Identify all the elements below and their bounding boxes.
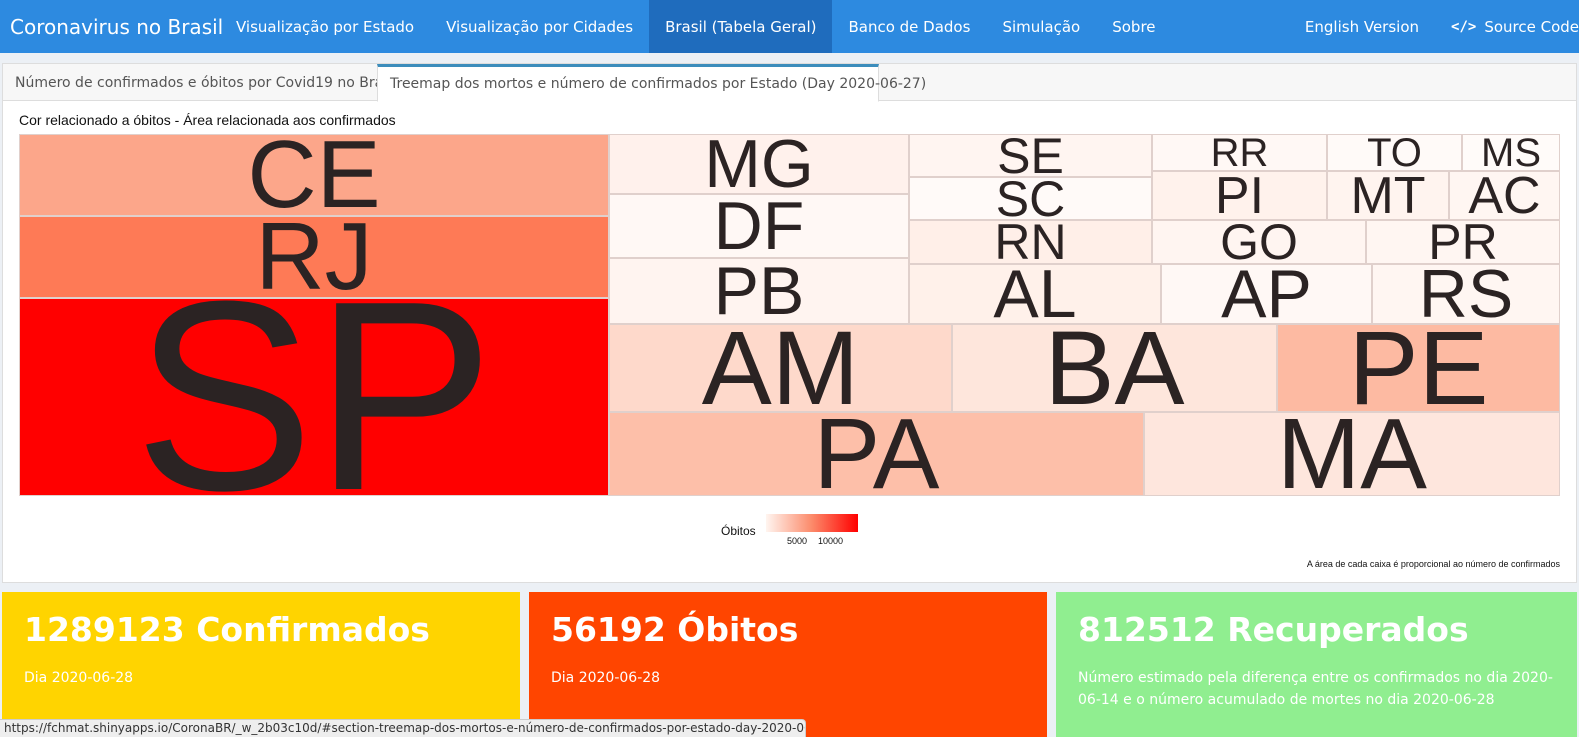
- nav-simulacao[interactable]: Simulação: [986, 0, 1096, 53]
- treemap-cell-rj: RJ: [19, 216, 609, 298]
- treemap-label-pb: PB: [713, 258, 805, 324]
- treemap-label-se: SE: [997, 134, 1064, 177]
- top-navbar: Coronavirus no Brasil Visualização por E…: [0, 0, 1579, 53]
- treemap-label-ap: AP: [1221, 264, 1312, 324]
- treemap-label-rs: RS: [1418, 264, 1514, 324]
- chart-title: Cor relacionado a óbitos - Área relacion…: [19, 112, 396, 128]
- treemap-label-mt: MT: [1350, 171, 1426, 220]
- treemap-cell-ap: AP: [1161, 264, 1372, 324]
- treemap-cell-go: GO: [1152, 220, 1366, 264]
- nav-right-group: English Version </> Source Code: [1289, 0, 1579, 53]
- tab-treemap[interactable]: Treemap dos mortos e número de confirmad…: [377, 64, 926, 102]
- treemap-label-go: GO: [1220, 220, 1298, 264]
- nav-tabela-geral[interactable]: Brasil (Tabela Geral): [649, 0, 833, 53]
- treemap-label-am: AM: [701, 324, 860, 412]
- treemap-label-rn: RN: [994, 220, 1067, 264]
- treemap-cell-sp: SP: [19, 298, 609, 496]
- status-bar-url: https://fchmat.shinyapps.io/CoronaBR/_w_…: [0, 719, 806, 737]
- legend-tick-10000: 10000: [818, 536, 844, 546]
- code-icon: </>: [1451, 18, 1477, 35]
- treemap-cell-ms: MS: [1462, 134, 1560, 171]
- confirmed-box: 1289123 Confirmados Dia 2020-06-28: [2, 592, 520, 737]
- tab-bar: Número de confirmados e óbitos por Covid…: [3, 64, 1576, 102]
- treemap-cell-pe: PE: [1277, 324, 1560, 412]
- source-code-label: Source Code: [1484, 17, 1579, 36]
- chart-caption: A área de cada caixa é proporcional ao n…: [1306, 559, 1560, 569]
- deaths-date: Dia 2020-06-28: [551, 670, 661, 686]
- treemap-label-mg: MG: [704, 134, 814, 194]
- treemap-cell-rn: RN: [909, 220, 1152, 264]
- nav-banco-de-dados[interactable]: Banco de Dados: [832, 0, 986, 53]
- treemap-label-ac: AC: [1468, 171, 1541, 220]
- treemap-label-rj: RJ: [255, 216, 373, 298]
- legend-color-bar: [766, 514, 858, 532]
- recovered-box: 812512 Recuperados Número estimado pela …: [1056, 592, 1577, 737]
- treemap-cell-se: SE: [909, 134, 1152, 177]
- recovered-note: Número estimado pela diferença entre os …: [1078, 670, 1553, 709]
- treemap-cell-mg: MG: [609, 134, 909, 194]
- treemap-label-sc: SC: [995, 177, 1066, 220]
- treemap-chart: CE RJ SP MG DF PB SE SC RN RR TO MS PI MT AC GO PR AL AP RS…: [19, 134, 1560, 496]
- treemap-label-ba: BA: [1044, 324, 1185, 412]
- deaths-box: 56192 Óbitos Dia 2020-06-28: [529, 592, 1047, 737]
- treemap-label-pa: PA: [813, 412, 940, 496]
- treemap-cell-pr: PR: [1366, 220, 1560, 264]
- treemap-cell-to: TO: [1327, 134, 1462, 171]
- treemap-cell-ce: CE: [19, 134, 609, 216]
- nav-cidades[interactable]: Visualização por Cidades: [430, 0, 649, 53]
- legend: Óbitos 5000 10000: [721, 514, 861, 554]
- treemap-cell-ba: BA: [952, 324, 1277, 412]
- treemap-cell-al: AL: [909, 264, 1161, 324]
- app-brand[interactable]: Coronavirus no Brasil: [0, 15, 223, 39]
- treemap-cell-pb: PB: [609, 258, 909, 324]
- nav-estado[interactable]: Visualização por Estado: [220, 0, 430, 53]
- confirmed-date: Dia 2020-06-28: [24, 670, 134, 686]
- nav-source-code[interactable]: </> Source Code: [1435, 0, 1579, 53]
- treemap-label-sp: SP: [133, 298, 495, 496]
- treemap-label-ma: MA: [1277, 412, 1427, 496]
- legend-title: Óbitos: [721, 524, 756, 538]
- treemap-cell-mt: MT: [1327, 171, 1449, 220]
- treemap-label-pr: PR: [1428, 220, 1498, 264]
- treemap-label-rr: RR: [1210, 134, 1269, 171]
- legend-tick-5000: 5000: [787, 536, 808, 546]
- treemap-cell-am: AM: [609, 324, 952, 412]
- treemap-label-al: AL: [993, 264, 1077, 324]
- treemap-label-ce: CE: [247, 134, 381, 216]
- confirmed-value: 1289123 Confirmados: [24, 610, 430, 649]
- treemap-label-ms: MS: [1481, 134, 1541, 171]
- treemap-cell-df: DF: [609, 194, 909, 258]
- treemap-cell-rs: RS: [1372, 264, 1560, 324]
- treemap-cell-rr: RR: [1152, 134, 1327, 171]
- treemap-panel: Número de confirmados e óbitos por Covid…: [2, 63, 1577, 583]
- treemap-cell-pi: PI: [1152, 171, 1327, 220]
- treemap-cell-sc: SC: [909, 177, 1152, 220]
- treemap-cell-pa: PA: [609, 412, 1144, 496]
- deaths-value: 56192 Óbitos: [551, 610, 799, 649]
- treemap-cell-ac: AC: [1449, 171, 1560, 220]
- treemap-label-to: TO: [1367, 134, 1422, 171]
- recovered-value: 812512 Recuperados: [1078, 610, 1469, 649]
- nav-english-version[interactable]: English Version: [1289, 0, 1435, 53]
- treemap-label-pi: PI: [1214, 171, 1265, 220]
- treemap-label-df: DF: [713, 194, 805, 258]
- treemap-label-pe: PE: [1348, 324, 1489, 412]
- tab-confirmados-obitos[interactable]: Número de confirmados e óbitos por Covid…: [3, 64, 398, 101]
- treemap-cell-ma: MA: [1144, 412, 1560, 496]
- nav-sobre[interactable]: Sobre: [1096, 0, 1171, 53]
